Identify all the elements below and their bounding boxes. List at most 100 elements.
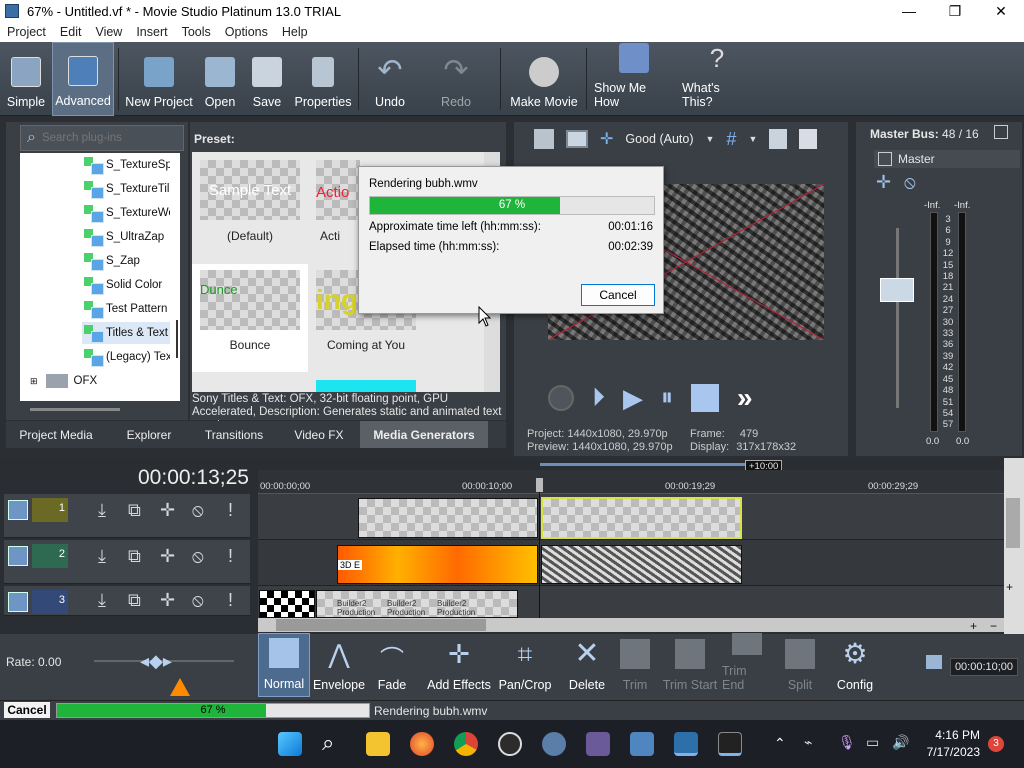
track-expand-icon[interactable]: [8, 592, 28, 612]
menu-insert[interactable]: Insert: [129, 25, 174, 39]
track-expand-icon[interactable]: [8, 546, 28, 566]
track-motion-icon[interactable]: ⤓: [98, 590, 106, 611]
properties-button[interactable]: Properties: [294, 42, 352, 116]
texture-clip[interactable]: [541, 545, 742, 584]
terminal-icon[interactable]: [718, 732, 742, 756]
chevron-down-icon[interactable]: ▼: [706, 134, 715, 144]
chevron-down-icon[interactable]: ▼: [748, 134, 757, 144]
record-icon[interactable]: [548, 385, 574, 411]
split-button[interactable]: Split: [778, 633, 822, 697]
preset-thumb-partial[interactable]: [316, 380, 416, 392]
track-compositing-icon[interactable]: ⧉: [128, 546, 141, 567]
mute-icon[interactable]: ⦸: [192, 546, 204, 567]
rate-slider-handle[interactable]: [170, 678, 190, 696]
mute-icon[interactable]: ⦸: [904, 172, 916, 193]
pause-icon[interactable]: ⏸: [661, 384, 673, 412]
movie-studio-icon[interactable]: [586, 732, 610, 756]
shuttle-icon[interactable]: ◂◆▸: [140, 652, 172, 670]
fire-clip[interactable]: 3D E: [337, 545, 538, 584]
photos-icon[interactable]: [630, 732, 654, 756]
network-icon[interactable]: ⌁: [804, 734, 812, 751]
menu-view[interactable]: View: [88, 25, 129, 39]
status-cancel-button[interactable]: Cancel: [4, 702, 50, 718]
track-fx-icon[interactable]: ✛: [160, 500, 175, 521]
tree-item[interactable]: Test Pattern: [82, 298, 170, 320]
trim-start-button[interactable]: Trim Start: [662, 633, 718, 697]
obs-icon[interactable]: [498, 732, 522, 756]
play-from-start-icon[interactable]: ⏵: [592, 382, 605, 414]
mute-icon[interactable]: ⦸: [192, 500, 204, 521]
delete-button[interactable]: ✕ Delete: [566, 633, 608, 697]
preview-properties-icon[interactable]: [534, 129, 554, 149]
tree-hscrollbar[interactable]: [30, 408, 120, 411]
config-button[interactable]: ⚙ Config: [832, 633, 878, 697]
tree-item[interactable]: S_TextureSp: [82, 154, 170, 176]
menu-edit[interactable]: Edit: [53, 25, 89, 39]
minimize-button[interactable]: —: [886, 3, 932, 20]
menu-help[interactable]: Help: [275, 25, 315, 39]
next-frame-icon[interactable]: »: [737, 382, 753, 414]
tree-scrollbar[interactable]: [176, 320, 178, 358]
whats-this-button[interactable]: ? What's This?: [682, 42, 752, 116]
solo-icon[interactable]: !: [228, 500, 233, 521]
active-app-icon[interactable]: [674, 732, 698, 756]
zoom-in-horizontal-icon[interactable]: +: [970, 619, 977, 633]
stop-icon[interactable]: [691, 384, 720, 412]
track-fx-icon[interactable]: ✛: [160, 546, 175, 567]
microphone-icon[interactable]: 🎙: [838, 734, 856, 751]
redo-button[interactable]: ↷ Redo: [436, 42, 476, 116]
overlays-grid-icon[interactable]: #: [726, 129, 736, 150]
open-button[interactable]: Open: [200, 42, 240, 116]
tab-video-fx[interactable]: Video FX: [288, 421, 350, 448]
master-fx-icon[interactable]: [878, 152, 892, 166]
new-project-button[interactable]: New Project: [124, 42, 194, 116]
normal-edit-tool[interactable]: Normal: [258, 633, 310, 697]
solo-icon[interactable]: !: [228, 546, 233, 567]
tab-transitions[interactable]: Transitions: [196, 421, 272, 448]
search-box[interactable]: ⌕: [20, 125, 184, 151]
title-clip[interactable]: [358, 498, 538, 538]
timeline-hscroll-thumb[interactable]: [276, 619, 486, 631]
preset-thumb-default[interactable]: Sample Text: [200, 160, 300, 220]
add-effects-button[interactable]: ✛ Add Effects: [426, 633, 492, 697]
tree-item-ofx[interactable]: ⊞ OFX: [30, 370, 150, 392]
play-icon[interactable]: ▶: [623, 383, 643, 414]
track-expand-icon[interactable]: [8, 500, 28, 520]
cursor-handle[interactable]: [536, 478, 543, 492]
close-button[interactable]: ✕: [978, 3, 1024, 20]
tree-item[interactable]: S_UltraZap: [82, 226, 170, 248]
show-me-how-button[interactable]: Show Me How: [594, 42, 674, 116]
tree-item[interactable]: (Legacy) Tex: [82, 346, 170, 368]
preview-quality-select[interactable]: Good (Auto): [625, 132, 693, 146]
file-explorer-icon[interactable]: [366, 732, 390, 756]
master-bus-menu-icon[interactable]: [994, 125, 1008, 139]
trim-end-button[interactable]: Trim End: [722, 633, 772, 697]
tree-item[interactable]: Solid Color: [82, 274, 170, 296]
copy-snapshot-icon[interactable]: [769, 129, 788, 149]
zoom-in-icon[interactable]: +: [1006, 580, 1013, 594]
dialog-cancel-button[interactable]: Cancel: [581, 284, 655, 306]
preset-thumb-bounce[interactable]: Dunce: [200, 270, 300, 330]
track-motion-icon[interactable]: ⤓: [98, 546, 106, 567]
advanced-button[interactable]: Advanced: [52, 42, 114, 116]
fade-tool[interactable]: ⌒ Fade: [372, 633, 412, 697]
master-fader-handle[interactable]: [880, 278, 914, 302]
preset-thumb-action[interactable]: Actio: [316, 160, 360, 220]
firefox-icon[interactable]: [410, 732, 434, 756]
menu-options[interactable]: Options: [218, 25, 275, 39]
track-motion-icon[interactable]: ⤓: [98, 500, 106, 521]
tree-item[interactable]: S_Zap: [82, 250, 170, 272]
search-input[interactable]: [41, 132, 162, 144]
tab-explorer[interactable]: Explorer: [112, 421, 186, 448]
track-fx-icon[interactable]: ✛: [160, 590, 175, 611]
search-icon[interactable]: ⌕: [322, 732, 346, 756]
snapping-icon[interactable]: [926, 655, 942, 669]
save-snapshot-icon[interactable]: [799, 129, 818, 149]
tree-item-selected[interactable]: Titles & Text: [82, 322, 170, 344]
builder-clip[interactable]: Builder2 Production Builder2 Production Bu…: [316, 590, 518, 618]
tab-project-media[interactable]: Project Media: [12, 421, 100, 448]
notification-badge[interactable]: 3: [988, 736, 1004, 752]
track-compositing-icon[interactable]: ⧉: [128, 590, 141, 611]
master-fx-plugin-icon[interactable]: ✛: [876, 172, 891, 193]
windows-start-icon[interactable]: [278, 732, 302, 756]
